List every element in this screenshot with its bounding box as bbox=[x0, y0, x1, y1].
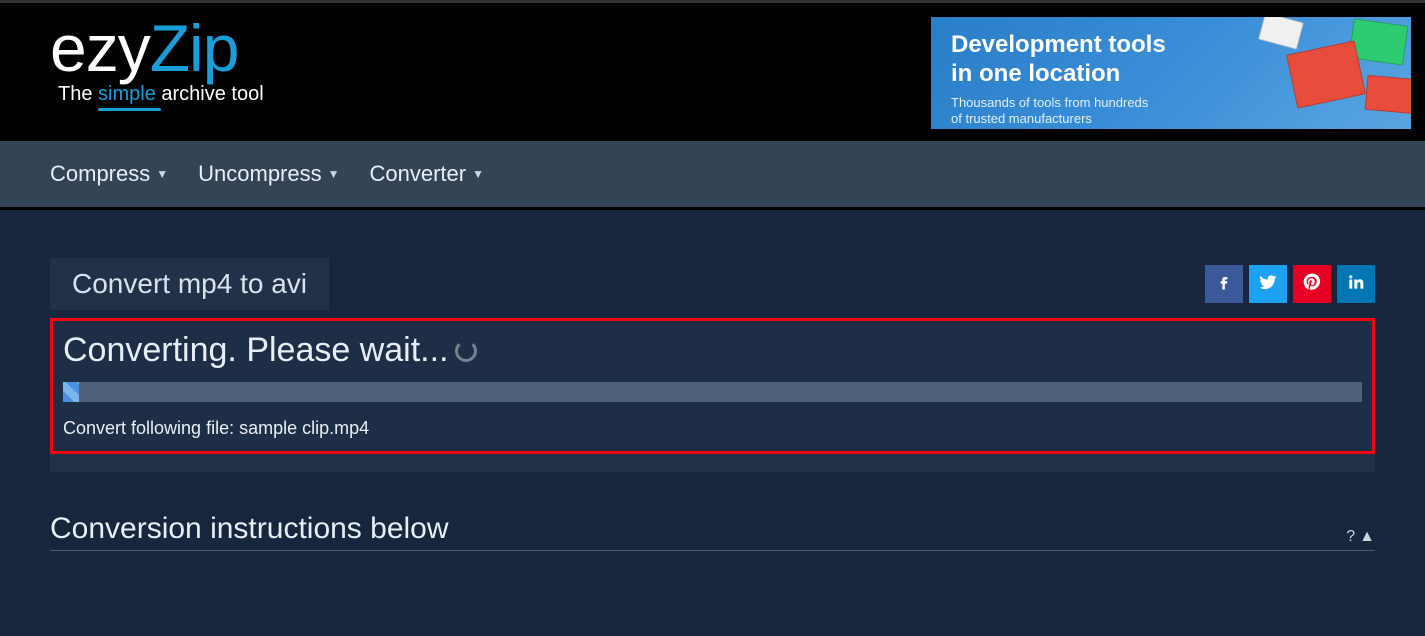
facebook-icon bbox=[1214, 272, 1234, 297]
nav-compress-label: Compress bbox=[50, 161, 150, 187]
instructions-title: Conversion instructions below bbox=[50, 512, 449, 546]
linkedin-icon bbox=[1346, 272, 1366, 297]
social-row bbox=[1205, 265, 1375, 303]
nav-converter[interactable]: Converter ▼ bbox=[370, 161, 484, 187]
share-pinterest-button[interactable] bbox=[1293, 265, 1331, 303]
share-twitter-button[interactable] bbox=[1249, 265, 1287, 303]
status-text: Converting. Please wait... bbox=[63, 331, 449, 370]
twitter-icon bbox=[1258, 272, 1278, 297]
tagline-highlight: simple bbox=[98, 83, 156, 105]
nav-converter-label: Converter bbox=[370, 161, 467, 187]
logo-block[interactable]: ezyZip The simple archive tool bbox=[50, 3, 264, 106]
nav-compress[interactable]: Compress ▼ bbox=[50, 161, 168, 187]
chevron-down-icon: ▼ bbox=[472, 167, 484, 181]
pinterest-icon bbox=[1302, 272, 1322, 297]
chevron-down-icon: ▼ bbox=[328, 167, 340, 181]
progress-bar-fill bbox=[63, 382, 79, 402]
chevron-down-icon: ▼ bbox=[156, 167, 168, 181]
instructions-row: Conversion instructions below ? ▲ bbox=[50, 512, 1375, 551]
tagline-prefix: The bbox=[58, 83, 98, 105]
instructions-toggle[interactable]: ? ▲ bbox=[1346, 528, 1375, 546]
share-facebook-button[interactable] bbox=[1205, 265, 1243, 303]
convert-panel: Converting. Please wait... Convert follo… bbox=[50, 318, 1375, 454]
spinner-icon bbox=[455, 340, 477, 362]
tagline: The simple archive tool bbox=[50, 83, 264, 106]
header: ezyZip The simple archive tool Developme… bbox=[0, 3, 1425, 141]
progress-bar bbox=[63, 382, 1362, 402]
logo-part2: Zip bbox=[150, 11, 239, 85]
tagline-suffix: archive tool bbox=[156, 83, 264, 105]
ad-decor bbox=[1221, 17, 1411, 129]
content: Convert mp4 to avi bbox=[0, 210, 1425, 551]
panel-gap bbox=[50, 454, 1375, 472]
page-title: Convert mp4 to avi bbox=[50, 258, 329, 310]
nav-uncompress[interactable]: Uncompress ▼ bbox=[198, 161, 339, 187]
status-heading: Converting. Please wait... bbox=[63, 331, 1362, 370]
logo: ezyZip bbox=[50, 15, 264, 81]
share-linkedin-button[interactable] bbox=[1337, 265, 1375, 303]
logo-part1: ezy bbox=[50, 11, 150, 85]
help-icon: ? bbox=[1346, 528, 1355, 546]
convert-file-line: Convert following file: sample clip.mp4 bbox=[63, 418, 1362, 439]
chevron-up-icon: ▲ bbox=[1359, 528, 1375, 546]
nav-bar: Compress ▼ Uncompress ▼ Converter ▼ bbox=[0, 141, 1425, 210]
title-row: Convert mp4 to avi bbox=[50, 258, 1375, 310]
ad-banner[interactable]: Development tools in one location Thousa… bbox=[931, 17, 1411, 129]
nav-uncompress-label: Uncompress bbox=[198, 161, 321, 187]
